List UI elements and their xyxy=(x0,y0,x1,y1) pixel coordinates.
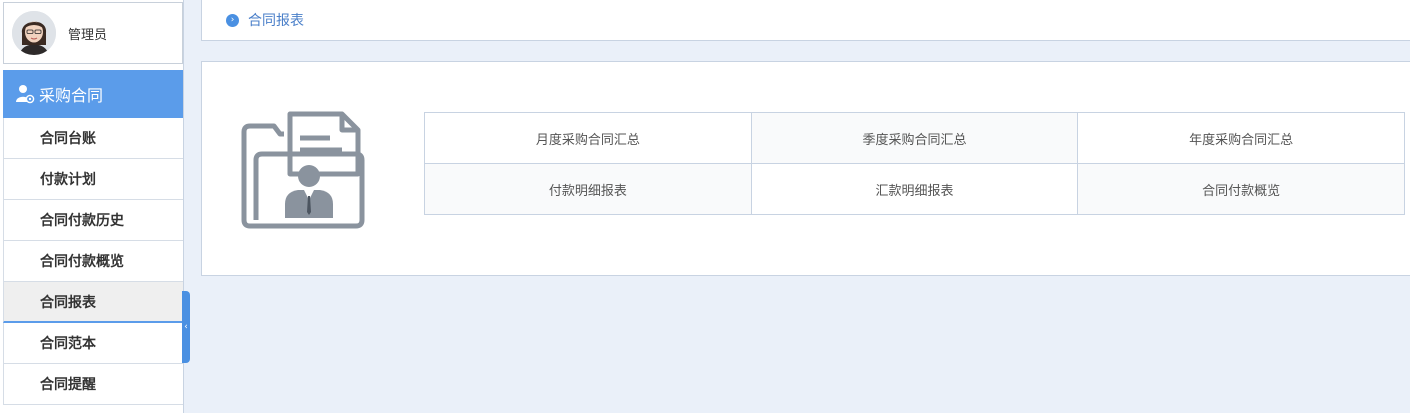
menu-list: 合同台账 付款计划 合同付款历史 合同付款概览 合同报表 合同范本 合同提醒 xyxy=(3,118,183,405)
menu-item-contract-reports[interactable]: 合同报表 xyxy=(3,282,183,323)
chevron-right-circle-icon: › xyxy=(226,13,239,27)
user-settings-icon xyxy=(15,84,35,104)
sidebar: 管理员 采购合同 合同台账 付款计划 合同付款历史 合同付款概览 合同报表 合同… xyxy=(0,0,184,413)
breadcrumb: › 合同报表 xyxy=(201,0,1410,41)
chevron-left-icon: ‹ xyxy=(184,322,188,332)
user-name: 管理员 xyxy=(68,27,108,43)
avatar xyxy=(12,11,56,55)
report-link-annual-summary[interactable]: 年度采购合同汇总 xyxy=(1077,112,1405,164)
menu-item-label: 合同付款历史 xyxy=(40,213,124,229)
contract-folder-icon xyxy=(238,108,368,230)
report-link-monthly-summary[interactable]: 月度采购合同汇总 xyxy=(424,112,752,164)
report-links-table: 月度采购合同汇总 季度采购合同汇总 年度采购合同汇总 付款明细报表 汇款明细报表… xyxy=(424,112,1405,215)
menu-header-purchase-contract[interactable]: 采购合同 xyxy=(3,70,183,118)
menu-item-payment-plan[interactable]: 付款计划 xyxy=(3,159,183,200)
menu-item-label: 付款计划 xyxy=(40,172,96,188)
breadcrumb-current: 合同报表 xyxy=(248,13,304,29)
menu-item-contract-templates[interactable]: 合同范本 xyxy=(3,323,183,364)
menu-item-label: 合同台账 xyxy=(40,131,96,147)
menu-item-label: 合同报表 xyxy=(40,294,96,311)
user-profile[interactable]: 管理员 xyxy=(3,2,183,64)
menu-item-label: 合同范本 xyxy=(40,336,96,352)
reports-panel: 月度采购合同汇总 季度采购合同汇总 年度采购合同汇总 付款明细报表 汇款明细报表… xyxy=(201,61,1410,276)
sidebar-collapse-handle[interactable]: ‹ xyxy=(182,291,190,363)
report-link-payment-overview[interactable]: 合同付款概览 xyxy=(1077,163,1405,215)
report-link-quarterly-summary[interactable]: 季度采购合同汇总 xyxy=(750,112,1079,164)
menu-header-label: 采购合同 xyxy=(39,86,104,105)
menu-item-contract-ledger[interactable]: 合同台账 xyxy=(3,118,183,159)
menu-item-label: 合同提醒 xyxy=(40,377,96,393)
table-row: 月度采购合同汇总 季度采购合同汇总 年度采购合同汇总 xyxy=(424,112,1405,164)
report-link-remittance-detail[interactable]: 汇款明细报表 xyxy=(750,163,1079,215)
menu-item-label: 合同付款概览 xyxy=(40,254,124,270)
report-link-payment-detail[interactable]: 付款明细报表 xyxy=(424,163,752,215)
menu-item-contract-reminders[interactable]: 合同提醒 xyxy=(3,364,183,405)
menu-item-payment-history[interactable]: 合同付款历史 xyxy=(3,200,183,241)
menu-item-payment-overview[interactable]: 合同付款概览 xyxy=(3,241,183,282)
table-row: 付款明细报表 汇款明细报表 合同付款概览 xyxy=(424,163,1405,215)
